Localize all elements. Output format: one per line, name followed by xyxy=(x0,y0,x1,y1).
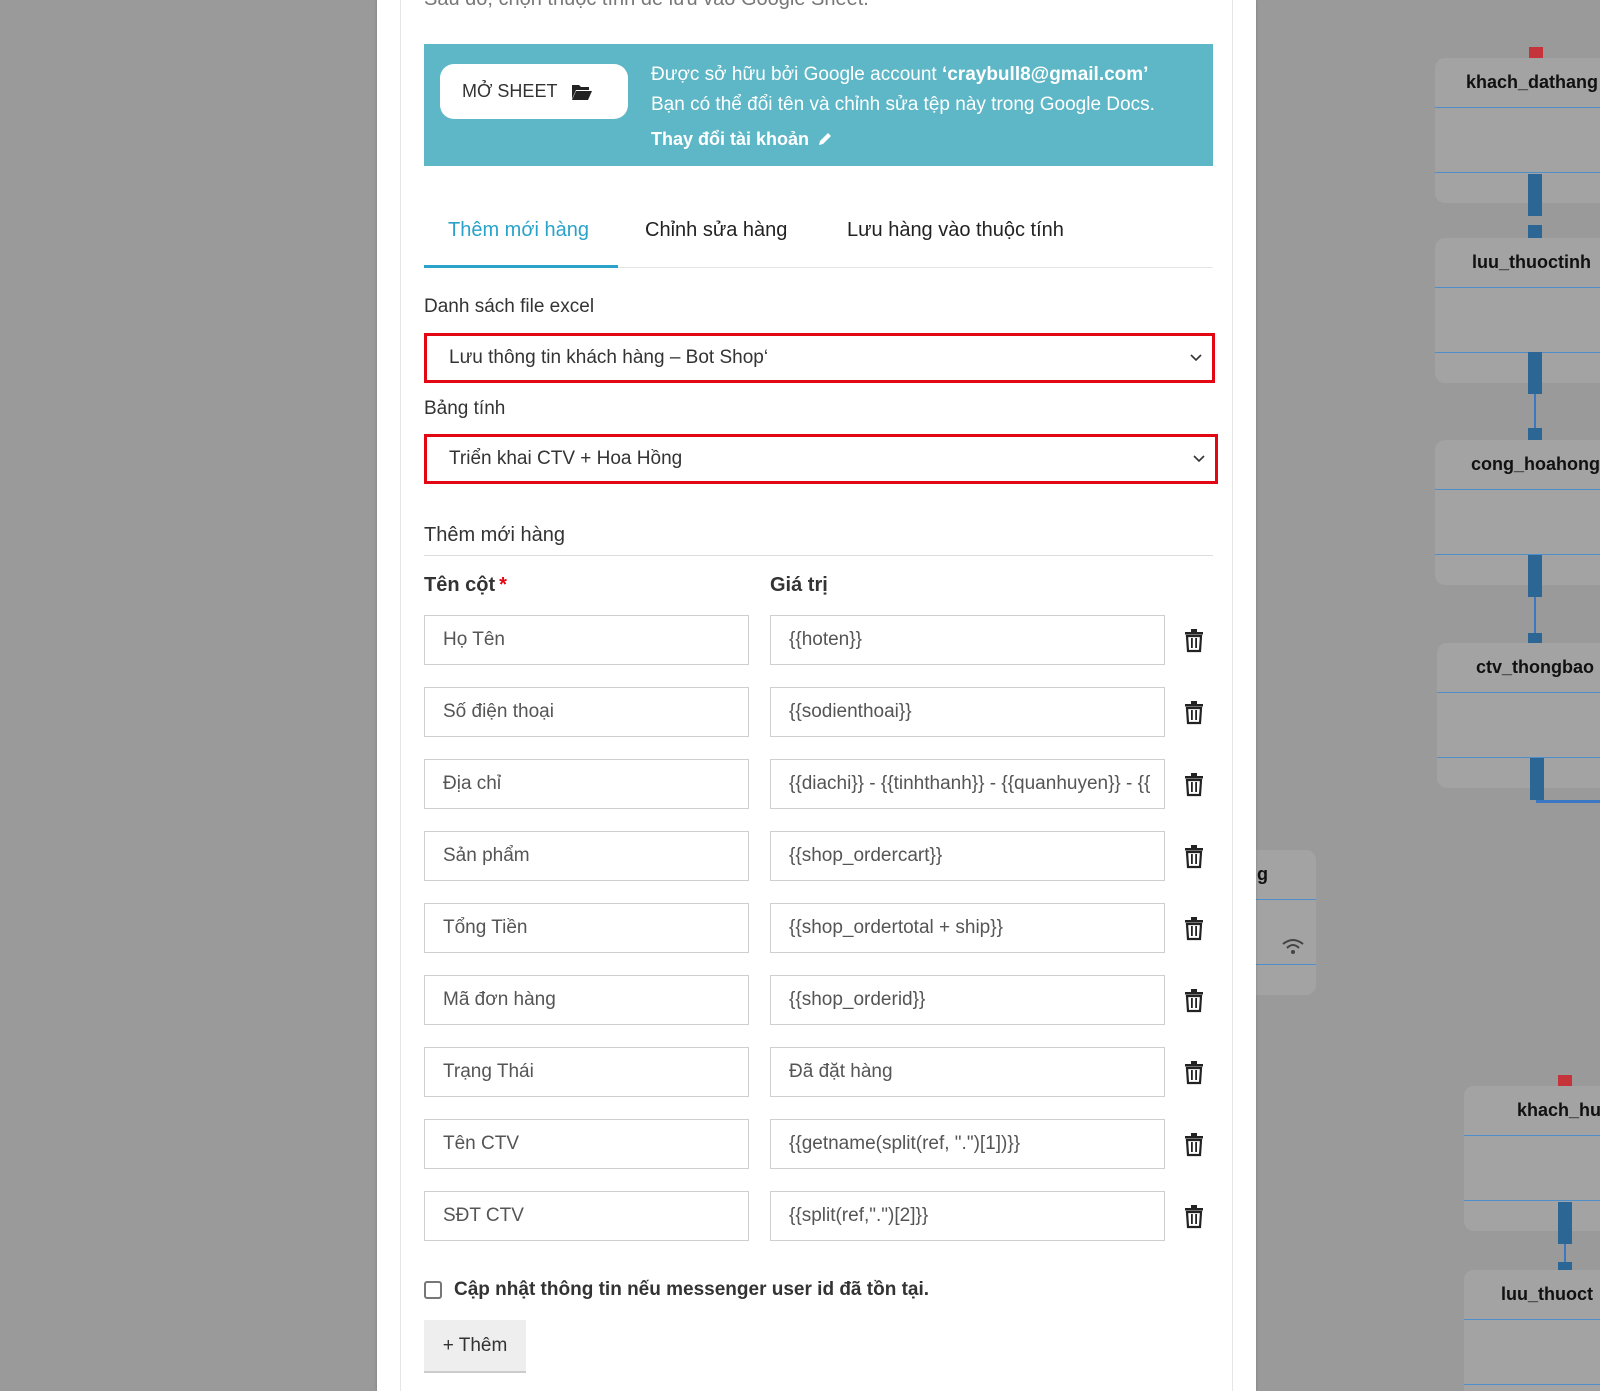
trash-icon[interactable] xyxy=(1181,915,1207,941)
add-row-section-title: Thêm mới hàng xyxy=(424,524,565,546)
column-value-input[interactable]: {{shop_orderid}} xyxy=(770,975,1165,1025)
tab-edit-row[interactable]: Chỉnh sửa hàng xyxy=(645,206,787,268)
flow-connector xyxy=(1558,1202,1572,1244)
divider xyxy=(1435,352,1600,353)
divider xyxy=(1435,554,1600,555)
spreadsheet-label: Bảng tính xyxy=(424,398,506,419)
column-value-input[interactable]: {{diachi}} - {{tinhthanh}} - {{quanhuyen… xyxy=(770,759,1165,809)
column-name-input[interactable]: Tổng Tiền xyxy=(424,903,749,953)
column-value-input[interactable]: {{hoten}} xyxy=(770,615,1165,665)
modal-inner-border xyxy=(400,0,401,1391)
divider xyxy=(1437,757,1600,758)
column-name-input[interactable]: Số điện thoại xyxy=(424,687,749,737)
flow-node-cong-hoahong[interactable]: cong_hoahong xyxy=(1435,440,1600,585)
google-sheet-banner: MỞ SHEET Được sở hữu bởi Google account … xyxy=(424,44,1213,166)
trash-icon[interactable] xyxy=(1181,699,1207,725)
flow-node-ctv-thongbao[interactable]: ctv_thongbao xyxy=(1437,643,1600,788)
divider xyxy=(1435,172,1600,173)
trash-icon[interactable] xyxy=(1181,1131,1207,1157)
flow-connector xyxy=(1530,758,1544,800)
column-name-input[interactable]: Họ Tên xyxy=(424,615,749,665)
flow-node-title: luu_thuoct xyxy=(1464,1280,1600,1320)
tab-bar: Thêm mới hàng Chỉnh sửa hàng Lưu hàng và… xyxy=(424,206,1213,268)
file-list-select[interactable]: Lưu thông tin khách hàng – Bot Shop‘ xyxy=(424,333,1215,383)
intro-text: Sau đó, chọn thuộc tính để lưu vào Googl… xyxy=(424,0,869,11)
open-sheet-button[interactable]: MỞ SHEET xyxy=(440,64,628,119)
flow-connector-line xyxy=(1534,394,1536,428)
flow-node-title: khach_hu xyxy=(1464,1096,1600,1136)
trash-icon[interactable] xyxy=(1181,843,1207,869)
owner-prefix: Được sở hữu bởi Google account xyxy=(651,64,942,85)
sheet-owner-line: Được sở hữu bởi Google account ‘craybull… xyxy=(651,60,1155,90)
chevron-down-icon xyxy=(1190,354,1202,362)
update-if-exists-label: Cập nhật thông tin nếu messenger user id… xyxy=(454,1279,930,1300)
flow-node-khach-dathang[interactable]: khach_dathang xyxy=(1435,58,1600,203)
column-name-header-label: Tên cột xyxy=(424,574,496,596)
divider xyxy=(424,555,1213,556)
column-value-input[interactable]: {{sodienthoai}} xyxy=(770,687,1165,737)
add-row-button[interactable]: + Thêm xyxy=(424,1320,526,1373)
file-list-label: Danh sách file excel xyxy=(424,296,595,317)
column-value-header: Giá trị xyxy=(770,574,828,596)
trash-icon[interactable] xyxy=(1181,1203,1207,1229)
column-value-input[interactable]: {{split(ref,".")[2]}} xyxy=(770,1191,1165,1241)
tab-save-row-to-attribute[interactable]: Lưu hàng vào thuộc tính xyxy=(847,206,1064,268)
column-name-input[interactable]: Tên CTV xyxy=(424,1119,749,1169)
tab-add-row[interactable]: Thêm mới hàng xyxy=(424,206,618,268)
flow-node-title: khach_dathang xyxy=(1435,68,1600,108)
flow-node-title: luu_thuoctinh xyxy=(1435,248,1600,288)
pencil-icon xyxy=(819,133,832,145)
flow-node-luu-thuoctinh[interactable]: luu_thuoctinh xyxy=(1435,238,1600,383)
column-name-input[interactable]: Địa chỉ xyxy=(424,759,749,809)
update-if-exists-option: Cập nhật thông tin nếu messenger user id… xyxy=(424,1279,929,1301)
flow-connector xyxy=(1528,555,1542,597)
required-mark: * xyxy=(499,574,507,596)
modal-inner-border xyxy=(1232,0,1233,1391)
column-value-input[interactable]: Đã đặt hàng xyxy=(770,1047,1165,1097)
chevron-down-icon xyxy=(1193,455,1205,463)
owner-email: ‘craybull8@gmail.com’ xyxy=(941,64,1149,85)
column-value-input[interactable]: {{getname(split(ref, ".")[1])}} xyxy=(770,1119,1165,1169)
spreadsheet-selected: Triển khai CTV + Hoa Hồng xyxy=(449,448,683,469)
column-name-input[interactable]: SĐT CTV xyxy=(424,1191,749,1241)
column-value-input[interactable]: {{shop_ordertotal + ship}} xyxy=(770,903,1165,953)
flow-connector-line xyxy=(1534,597,1536,633)
spreadsheet-select[interactable]: Triển khai CTV + Hoa Hồng xyxy=(424,434,1218,484)
column-value-input[interactable]: {{shop_ordercart}} xyxy=(770,831,1165,881)
flow-connector-line xyxy=(1536,800,1600,803)
column-name-header: Tên cột * xyxy=(424,574,507,597)
flow-connector xyxy=(1528,352,1542,394)
trash-icon[interactable] xyxy=(1181,627,1207,653)
google-sheet-modal: Sau đó, chọn thuộc tính để lưu vào Googl… xyxy=(377,0,1256,1391)
file-list-selected: Lưu thông tin khách hàng – Bot Shop‘ xyxy=(449,347,769,368)
update-if-exists-checkbox[interactable] xyxy=(424,1281,442,1299)
flow-node-title: cong_hoahong xyxy=(1435,450,1600,490)
wifi-icon xyxy=(1282,939,1304,954)
column-name-input[interactable]: Trạng Thái xyxy=(424,1047,749,1097)
flow-connector-line xyxy=(1564,1244,1566,1264)
change-account-link[interactable]: Thay đổi tài khoản xyxy=(651,124,1155,154)
change-account-label: Thay đổi tài khoản xyxy=(651,129,810,149)
folder-open-icon xyxy=(572,84,593,100)
flow-connector xyxy=(1528,174,1542,216)
column-name-input[interactable]: Mã đơn hàng xyxy=(424,975,749,1025)
divider xyxy=(1464,1384,1600,1385)
flow-node-title: ctv_thongbao xyxy=(1437,653,1600,693)
column-name-input[interactable]: Sản phẩm xyxy=(424,831,749,881)
sheet-owner-info: Được sở hữu bởi Google account ‘craybull… xyxy=(651,60,1155,154)
divider xyxy=(1464,1200,1600,1201)
open-sheet-label: MỞ SHEET xyxy=(462,81,558,101)
flow-node-khach-hu[interactable]: khach_hu xyxy=(1464,1086,1600,1231)
flow-node-luu-thuoct[interactable]: luu_thuoct xyxy=(1464,1270,1600,1391)
trash-icon[interactable] xyxy=(1181,771,1207,797)
trash-icon[interactable] xyxy=(1181,1059,1207,1085)
rename-hint: Bạn có thể đổi tên và chỉnh sửa tệp này … xyxy=(651,94,1155,115)
trash-icon[interactable] xyxy=(1181,987,1207,1013)
